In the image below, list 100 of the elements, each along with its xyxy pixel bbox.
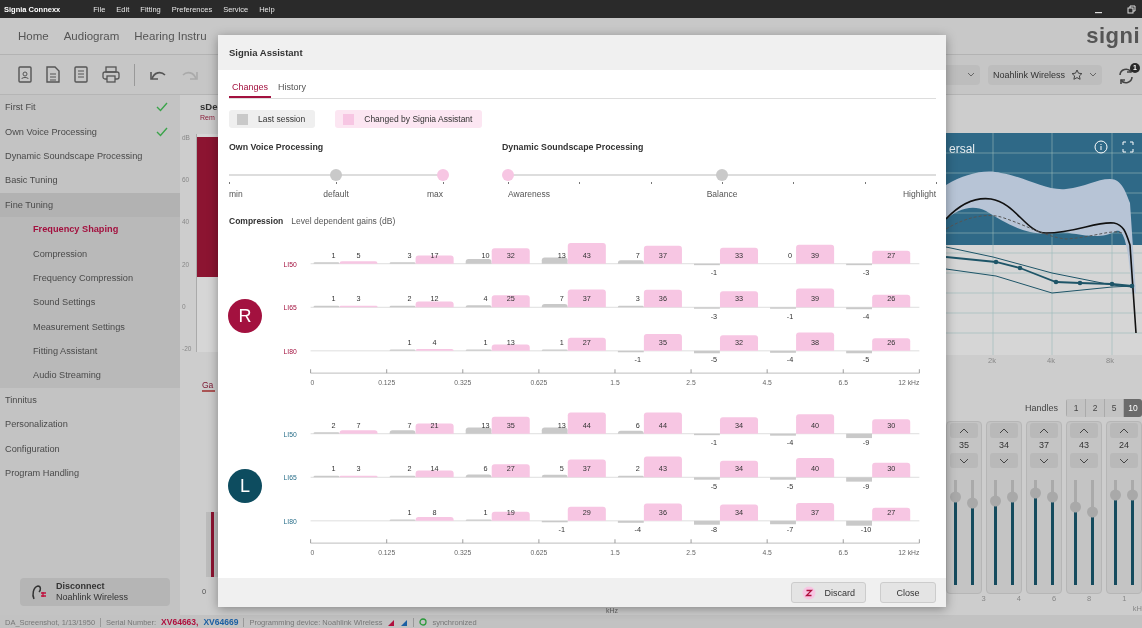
slider-thumb[interactable] <box>1087 506 1098 517</box>
sidebar-item[interactable]: Audio Streaming <box>0 363 180 388</box>
caret-icon <box>966 72 975 77</box>
last-session-bar <box>541 427 568 434</box>
slider-thumb[interactable] <box>950 491 961 503</box>
last-session-bar <box>770 520 796 525</box>
last-session-bar <box>693 520 720 525</box>
last-session-bar <box>313 305 340 308</box>
tab[interactable]: History <box>275 80 310 98</box>
panel-title: sDe <box>200 101 218 114</box>
ear-badge: L <box>228 469 262 503</box>
decrease-button[interactable] <box>1070 453 1098 468</box>
handles-option[interactable]: 2 <box>1085 399 1104 417</box>
sync-icon[interactable] <box>1116 65 1136 86</box>
restore-icon[interactable] <box>1124 3 1138 15</box>
serial-number: XV64669 <box>203 618 239 627</box>
sidebar-item[interactable]: Own Voice Processing <box>0 119 180 144</box>
print-icon[interactable] <box>102 66 120 83</box>
assistant-gain-bar <box>796 502 835 521</box>
last-session-bar <box>541 257 568 264</box>
slider-thumb[interactable] <box>1110 489 1121 501</box>
handles-option[interactable]: 10 <box>1123 399 1142 417</box>
assistant-gain-bar <box>796 332 835 351</box>
last-session-bar <box>389 305 416 308</box>
sidebar-item[interactable]: Program Handling <box>0 460 180 486</box>
sidebar-item[interactable]: Sound Settings <box>0 290 180 315</box>
sidebar-item[interactable]: Tinnitus <box>0 387 180 413</box>
info-icon[interactable] <box>1094 140 1108 154</box>
last-session-bar <box>465 305 492 308</box>
tab[interactable]: Ga <box>202 380 215 392</box>
close-button[interactable]: Close <box>880 582 936 603</box>
device-dropdown[interactable]: Noahlink Wireless <box>987 64 1102 85</box>
last-session-bar <box>465 427 492 434</box>
slider-thumb[interactable] <box>1070 501 1081 513</box>
slider-label: Awareness <box>508 189 550 199</box>
slider-thumb[interactable] <box>1047 491 1058 503</box>
slider-thumb[interactable] <box>716 169 728 181</box>
caret-icon <box>1089 72 1097 77</box>
increase-button[interactable] <box>1030 423 1058 438</box>
tab[interactable]: Changes <box>229 80 272 98</box>
star-icon <box>1071 68 1083 81</box>
sidebar-item[interactable]: Basic Tuning <box>0 168 180 193</box>
slider-thumb[interactable] <box>990 495 1001 507</box>
section-subtitle: Level dependent gains (dB) <box>291 216 396 226</box>
last-session-bar <box>617 350 644 353</box>
slider-thumb[interactable] <box>1127 489 1138 501</box>
assistant-gain-bar <box>491 464 530 478</box>
increase-button[interactable] <box>1070 423 1098 438</box>
disconnect-button[interactable]: Disconnect Noahlink Wireless <box>20 578 170 606</box>
assistant-gain-bar <box>491 295 530 308</box>
sidebar-item[interactable]: Frequency Shaping <box>0 216 180 242</box>
slider-label: default <box>323 189 349 199</box>
gain-value: 34 <box>998 439 1010 452</box>
assistant-gain-bar <box>491 511 530 521</box>
assistant-gain-bar <box>567 337 606 351</box>
sidebar-item[interactable]: Measurement Settings <box>0 314 180 339</box>
assistant-gain-bar <box>643 503 682 521</box>
legend-label: Last session <box>258 114 306 124</box>
last-session-bar <box>693 263 720 266</box>
discard-icon <box>802 585 817 600</box>
assistant-gain-bar <box>567 242 606 264</box>
sidebar-item[interactable]: Fitting Assistant <box>0 338 180 364</box>
handles-option[interactable]: 1 <box>1066 399 1085 417</box>
slider-label: max <box>426 189 443 199</box>
sidebar-item[interactable]: Configuration <box>0 436 180 461</box>
assistant-gain-bar <box>872 419 911 434</box>
sidebar-item[interactable]: Frequency Compression <box>0 265 180 291</box>
last-session-bar <box>617 260 644 264</box>
decrease-button[interactable] <box>1110 453 1138 468</box>
slider-thumb[interactable] <box>1030 487 1041 499</box>
sidebar-item[interactable]: Personalization <box>0 412 180 437</box>
increase-button[interactable] <box>990 423 1018 438</box>
slider-thumb[interactable] <box>330 169 342 181</box>
sidebar-item[interactable]: Fine Tuning <box>0 192 180 217</box>
graph-title: ersal <box>949 142 975 156</box>
sidebar-item[interactable]: Dynamic Soundscape Processing <box>0 143 180 169</box>
increase-button[interactable] <box>950 423 978 438</box>
nav-tab[interactable]: Audiogram <box>63 30 120 42</box>
assistant-gain-bar <box>415 470 454 478</box>
handles-option[interactable]: 5 <box>1104 399 1123 417</box>
decrease-button[interactable] <box>990 453 1018 468</box>
decrease-button[interactable] <box>950 453 978 468</box>
document-icon[interactable] <box>46 66 60 83</box>
sidebar-item[interactable]: First Fit <box>0 95 180 120</box>
handles-label: Handles <box>1024 403 1058 413</box>
slider-thumb[interactable] <box>437 169 449 181</box>
report-icon[interactable] <box>74 66 88 83</box>
patient-document-icon[interactable] <box>18 66 32 83</box>
nav-tab[interactable]: Hearing Instru <box>134 30 207 42</box>
slider-thumb[interactable] <box>502 169 514 181</box>
slider-thumb[interactable] <box>967 497 978 509</box>
check-icon <box>156 126 168 137</box>
slider-thumb[interactable] <box>1007 491 1018 503</box>
sidebar-item[interactable]: Compression <box>0 241 180 266</box>
assistant-gain-bar <box>339 475 378 478</box>
expand-icon[interactable] <box>1122 141 1134 153</box>
increase-button[interactable] <box>1110 423 1138 438</box>
nav-tab[interactable]: Home <box>18 30 49 42</box>
discard-button[interactable]: Discard <box>791 582 866 603</box>
decrease-button[interactable] <box>1030 453 1058 468</box>
